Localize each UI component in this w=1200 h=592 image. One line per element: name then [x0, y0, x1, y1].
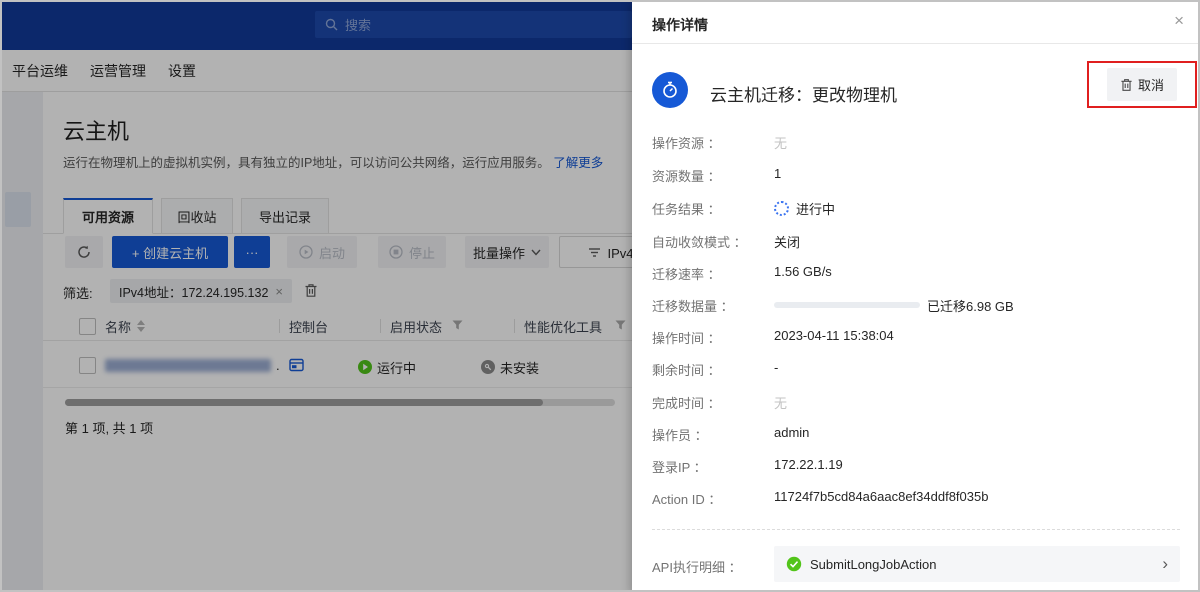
field-label: 完成时间 ：: [652, 393, 721, 412]
field-label: 资源数量 ：: [652, 166, 721, 185]
api-action-name: SubmitLongJobAction: [810, 557, 1154, 572]
migration-progress-bar: [774, 302, 920, 308]
field-row: 资源数量 ： 1: [632, 166, 1200, 186]
api-detail-row[interactable]: SubmitLongJobAction ›: [774, 546, 1180, 582]
field-label: 登录IP ：: [652, 457, 707, 476]
field-row: 操作时间 ： 2023-04-11 15:38:04: [632, 328, 1200, 348]
field-value: 无: [774, 133, 787, 152]
field-label: 操作资源 ：: [652, 133, 721, 152]
field-row: 完成时间 ： 无: [632, 393, 1200, 413]
field-value: 2023-04-11 15:38:04: [774, 328, 894, 343]
annotation-highlight-box: 取消: [1087, 61, 1197, 108]
field-label: 操作员 ：: [652, 425, 708, 444]
api-detail-label: API执行明细 ：: [652, 557, 742, 576]
field-value: 11724f7b5cd84a6aac8ef34ddf8f035b: [774, 489, 988, 504]
drawer-overlay-mask[interactable]: [2, 2, 632, 592]
close-icon[interactable]: ×: [1174, 11, 1184, 31]
migration-task-icon: [652, 72, 688, 108]
task-result-text: 进行中: [796, 199, 835, 218]
operation-title: 云主机迁移：更改物理机: [710, 81, 897, 106]
dashed-divider: [652, 529, 1180, 530]
field-value: 1: [774, 166, 781, 181]
cancel-button-label: 取消: [1138, 75, 1164, 94]
field-value: 1.56 GB/s: [774, 264, 832, 279]
field-value: -: [774, 360, 778, 375]
chevron-right-icon: ›: [1162, 554, 1168, 574]
drawer-title: 操作详情: [652, 15, 708, 35]
field-value: 172.22.1.19: [774, 457, 843, 472]
trash-icon: [1120, 78, 1133, 92]
field-value: 无: [774, 393, 787, 412]
field-value: 进行中: [774, 199, 835, 218]
migration-progress-caption: 已迁移6.98 GB: [927, 296, 1014, 315]
field-row-progress: 迁移数据量 ： 已迁移6.98 GB: [632, 296, 1200, 316]
app-window: 搜索 平台运维 运营管理 设置 云主机 运行在物理机上的虚拟机实例，具有独立的I…: [0, 0, 1200, 592]
loading-spinner-icon: [774, 201, 789, 216]
field-row: 迁移速率 ： 1.56 GB/s: [632, 264, 1200, 284]
operation-detail-drawer: 操作详情 × 云主机迁移：更改物理机 取消 操作资源 ： 无 资源数量 ： 1 任务…: [632, 2, 1200, 592]
field-row: 操作资源 ： 无: [632, 133, 1200, 153]
field-row: 剩余时间 ： -: [632, 360, 1200, 380]
cancel-button[interactable]: 取消: [1107, 68, 1177, 101]
field-label: 迁移速率 ：: [652, 264, 721, 283]
field-row: 操作员 ： admin: [632, 425, 1200, 445]
field-row: 登录IP ： 172.22.1.19: [632, 457, 1200, 477]
field-value: 关闭: [774, 232, 800, 251]
field-label: 迁移数据量 ：: [652, 296, 734, 315]
success-check-icon: [786, 556, 802, 572]
field-label: 剩余时间 ：: [652, 360, 721, 379]
field-row: Action ID ： 11724f7b5cd84a6aac8ef34ddf8f0…: [632, 489, 1200, 509]
field-label: 自动收敛模式 ：: [652, 232, 747, 251]
field-label: 任务结果 ：: [652, 199, 721, 218]
field-row: 自动收敛模式 ： 关闭: [632, 232, 1200, 252]
field-label: 操作时间 ：: [652, 328, 721, 347]
drawer-header: 操作详情 ×: [632, 2, 1200, 44]
field-value: admin: [774, 425, 809, 440]
field-row: 任务结果 ： 进行中: [632, 199, 1200, 219]
field-label: Action ID ：: [652, 489, 721, 508]
